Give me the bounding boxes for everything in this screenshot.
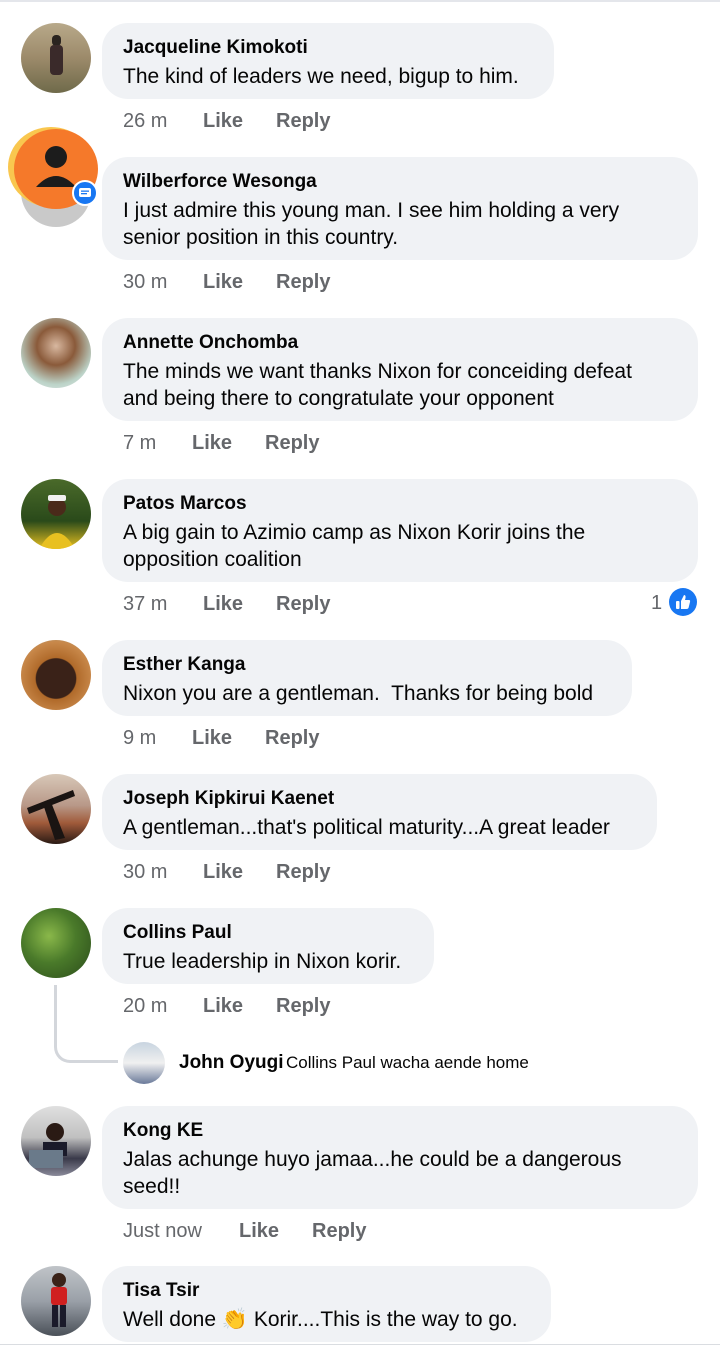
- like-button[interactable]: Like: [203, 593, 243, 616]
- comment-text: Well done 👏 Korir....This is the way to …: [123, 1306, 530, 1333]
- comment-timestamp[interactable]: 30 m: [123, 861, 167, 884]
- avatar-person-icon: [50, 35, 63, 75]
- comment-text: senior position in this country.: [123, 226, 399, 249]
- like-button[interactable]: Like: [203, 271, 243, 294]
- comment-timestamp[interactable]: 9 m: [123, 727, 156, 750]
- like-button[interactable]: Like: [192, 727, 232, 750]
- commenter-name[interactable]: Jacqueline Kimokoti: [123, 36, 533, 60]
- commenter-name[interactable]: Wilberforce Wesonga: [123, 170, 677, 194]
- composer-edge: [0, 1344, 720, 1355]
- comment-bubble[interactable]: Wilberforce Wesonga I just admire this y…: [102, 157, 698, 260]
- avatar[interactable]: [21, 640, 91, 710]
- comment-bubble[interactable]: Collins Paul True leadership in Nixon ko…: [102, 908, 434, 984]
- comment-bubble[interactable]: Tisa Tsir Well done 👏 Korir....This is t…: [102, 1266, 551, 1342]
- reply-button[interactable]: Reply: [276, 593, 330, 616]
- comment-text: A gentleman...that's political maturity.…: [123, 816, 610, 839]
- comment-timestamp[interactable]: 26 m: [123, 110, 167, 133]
- avatar[interactable]: [21, 318, 91, 388]
- clapping-hands-icon: 👏: [221, 1308, 248, 1331]
- comment-text: A big gain to Azimio camp as Nixon Korir…: [123, 521, 586, 544]
- avatar[interactable]: [21, 479, 91, 549]
- commenter-name[interactable]: Annette Onchomba: [123, 331, 677, 355]
- comment-timestamp[interactable]: 37 m: [123, 593, 167, 616]
- like-button[interactable]: Like: [239, 1220, 279, 1243]
- avatar-person-icon: [39, 495, 75, 549]
- comment-timestamp[interactable]: 20 m: [123, 995, 167, 1018]
- comment-text: seed!!: [123, 1175, 181, 1198]
- comment-timestamp[interactable]: Just now: [123, 1220, 202, 1243]
- commenter-name[interactable]: Kong KE: [123, 1119, 677, 1143]
- thread-connector: [54, 985, 118, 1063]
- comment-bubble[interactable]: Patos Marcos A big gain to Azimio camp a…: [102, 479, 698, 582]
- reply-author-name[interactable]: John Oyugi: [179, 1052, 284, 1074]
- comment-bubble[interactable]: Esther Kanga Nixon you are a gentleman. …: [102, 640, 632, 716]
- commenter-name[interactable]: Patos Marcos: [123, 492, 677, 516]
- like-button[interactable]: Like: [203, 110, 243, 133]
- comment-text: Nixon you are a gentleman. Thanks for be…: [123, 682, 594, 705]
- reply-button[interactable]: Reply: [312, 1220, 366, 1243]
- avatar-person-icon: [51, 1273, 67, 1327]
- avatar[interactable]: [123, 1042, 165, 1084]
- comment-text: The minds we want thanks Nixon for conce…: [123, 360, 632, 383]
- avatar[interactable]: [21, 23, 91, 93]
- comment-bubble[interactable]: Jacqueline Kimokoti The kind of leaders …: [102, 23, 554, 99]
- cross-silhouette-icon: [27, 790, 75, 840]
- thumbs-up-icon[interactable]: [669, 588, 697, 616]
- like-button[interactable]: Like: [203, 995, 243, 1018]
- comment-text: The kind of leaders we need, bigup to hi…: [123, 65, 519, 88]
- message-icon: [72, 180, 98, 206]
- avatar[interactable]: [21, 774, 91, 844]
- commenter-name[interactable]: Esther Kanga: [123, 653, 611, 677]
- commenter-name[interactable]: Joseph Kipkirui Kaenet: [123, 787, 636, 811]
- commenter-name[interactable]: Tisa Tsir: [123, 1279, 530, 1303]
- reaction-count[interactable]: 1: [651, 592, 662, 615]
- reply-button[interactable]: Reply: [265, 727, 319, 750]
- reply-button[interactable]: Reply: [276, 110, 330, 133]
- avatar[interactable]: [21, 908, 91, 978]
- reply-button[interactable]: Reply: [276, 271, 330, 294]
- comment-text-part: Korir....This is the way to go.: [248, 1308, 518, 1331]
- comment-bubble[interactable]: Kong KE Jalas achunge huyo jamaa...he co…: [102, 1106, 698, 1209]
- commenter-name[interactable]: Collins Paul: [123, 921, 413, 945]
- top-divider: [0, 0, 720, 2]
- like-button[interactable]: Like: [192, 432, 232, 455]
- comment-text: True leadership in Nixon korir.: [123, 950, 402, 973]
- like-button[interactable]: Like: [203, 861, 243, 884]
- reply-button[interactable]: Reply: [265, 432, 319, 455]
- comment-timestamp[interactable]: 30 m: [123, 271, 167, 294]
- laptop-person-icon: [29, 1123, 67, 1168]
- comment-bubble[interactable]: Joseph Kipkirui Kaenet A gentleman...tha…: [102, 774, 657, 850]
- reply-preview-text: Collins Paul wacha aende home: [286, 1053, 529, 1072]
- avatar[interactable]: [21, 1266, 91, 1336]
- comment-timestamp[interactable]: 7 m: [123, 432, 156, 455]
- chat-head[interactable]: [8, 127, 98, 211]
- avatar[interactable]: [21, 1106, 91, 1176]
- comment-text-part: Well done: [123, 1308, 222, 1331]
- comment-text: I just admire this young man. I see him …: [123, 199, 620, 222]
- comment-text: opposition coalition: [123, 548, 302, 571]
- comment-text: Jalas achunge huyo jamaa...he could be a…: [123, 1148, 622, 1171]
- reply-button[interactable]: Reply: [276, 861, 330, 884]
- comment-text: and being there to congratulate your opp…: [123, 387, 554, 410]
- reply-button[interactable]: Reply: [276, 995, 330, 1018]
- comment-bubble[interactable]: Annette Onchomba The minds we want thank…: [102, 318, 698, 421]
